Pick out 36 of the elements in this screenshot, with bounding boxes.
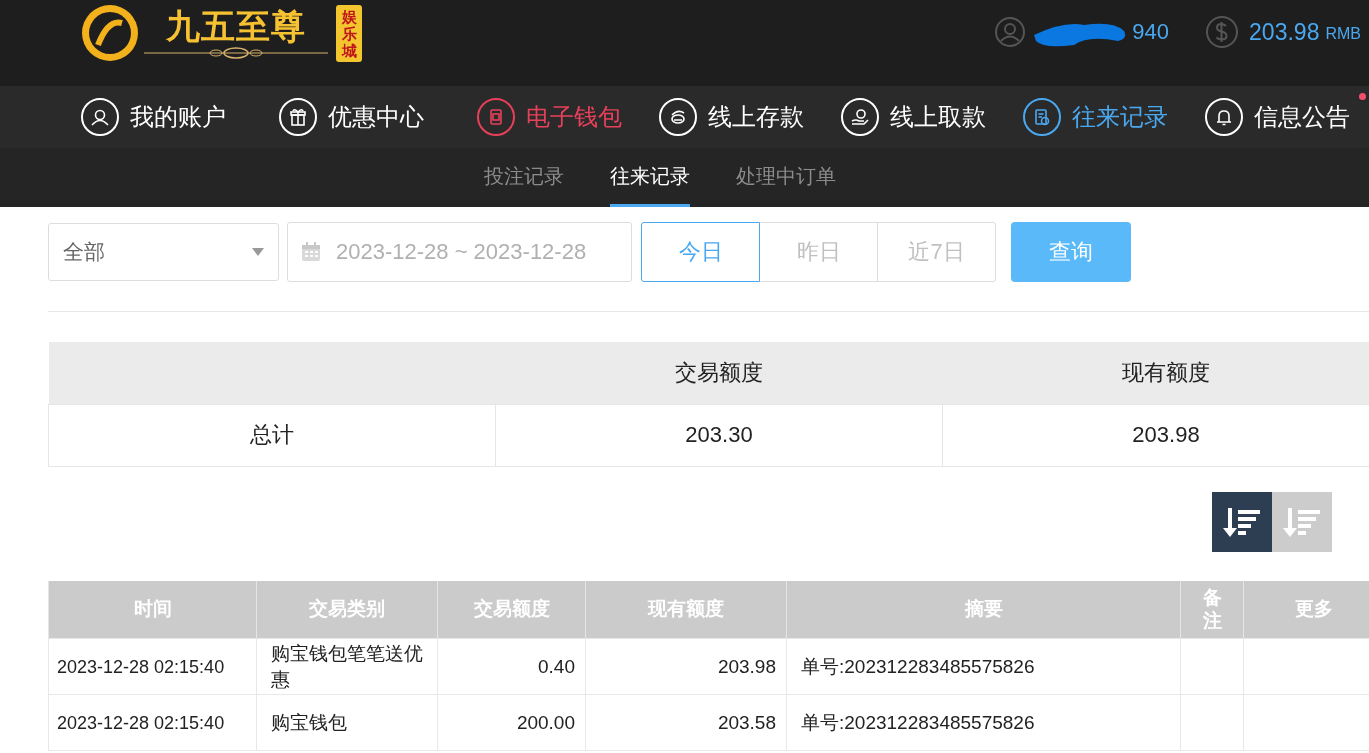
sub-tab[interactable]: 处理中订单 (735, 148, 836, 207)
nav-item[interactable]: 我的账户 (80, 97, 226, 137)
sub-tab[interactable]: 往来记录 (609, 148, 690, 207)
table-cell: 200.00 (437, 694, 586, 751)
table-cell: 单号:202312283485575826 (786, 694, 1181, 751)
table-cell: 203.30 (495, 404, 943, 466)
calendar-icon (300, 241, 322, 263)
nav-item[interactable]: 往来记录 (1022, 97, 1168, 137)
username: 940 (1132, 19, 1170, 45)
nav-item[interactable]: 信息公告 (1204, 97, 1350, 137)
table-cell: 单号:202312283485575826 (786, 638, 1181, 695)
logo-name: 九五至尊 (166, 6, 306, 46)
nav-item[interactable]: 线上取款 (840, 97, 986, 137)
table-header-cell: 交易额度 (495, 342, 943, 404)
nav-item[interactable]: 优惠中心 (278, 97, 424, 137)
sub-tab[interactable]: 投注记录 (483, 148, 564, 207)
nav-item[interactable]: 线上存款 (658, 97, 804, 137)
table-header-cell: 现有额度 (942, 342, 1369, 404)
user-icon (994, 16, 1027, 48)
table-cell: 购宝钱包 (256, 694, 438, 751)
table-cell: 203.58 (585, 694, 787, 751)
table-cell: 2023-12-28 02:15:40 (48, 638, 257, 695)
table-cell: 203.98 (942, 404, 1369, 466)
table-cell: 2023-12-28 02:15:40 (48, 694, 257, 751)
table-cell: 总计 (48, 404, 496, 466)
dropdown-caret-icon (252, 248, 264, 256)
table-cell: 0.40 (437, 638, 586, 695)
dollar-icon (1205, 15, 1240, 49)
balance-amount: 203.98 (1249, 18, 1320, 46)
sort-button[interactable] (1212, 491, 1272, 552)
type-dropdown[interactable]: 全部 (48, 223, 279, 281)
currency-label: RMB (1325, 25, 1361, 43)
table-cell: 203.98 (585, 638, 787, 695)
nav-item[interactable]: 电子钱包 (476, 97, 622, 137)
table-cell: 购宝钱包笔笔送优惠 (256, 638, 438, 695)
logo-badge: 娱乐城 (336, 4, 362, 62)
